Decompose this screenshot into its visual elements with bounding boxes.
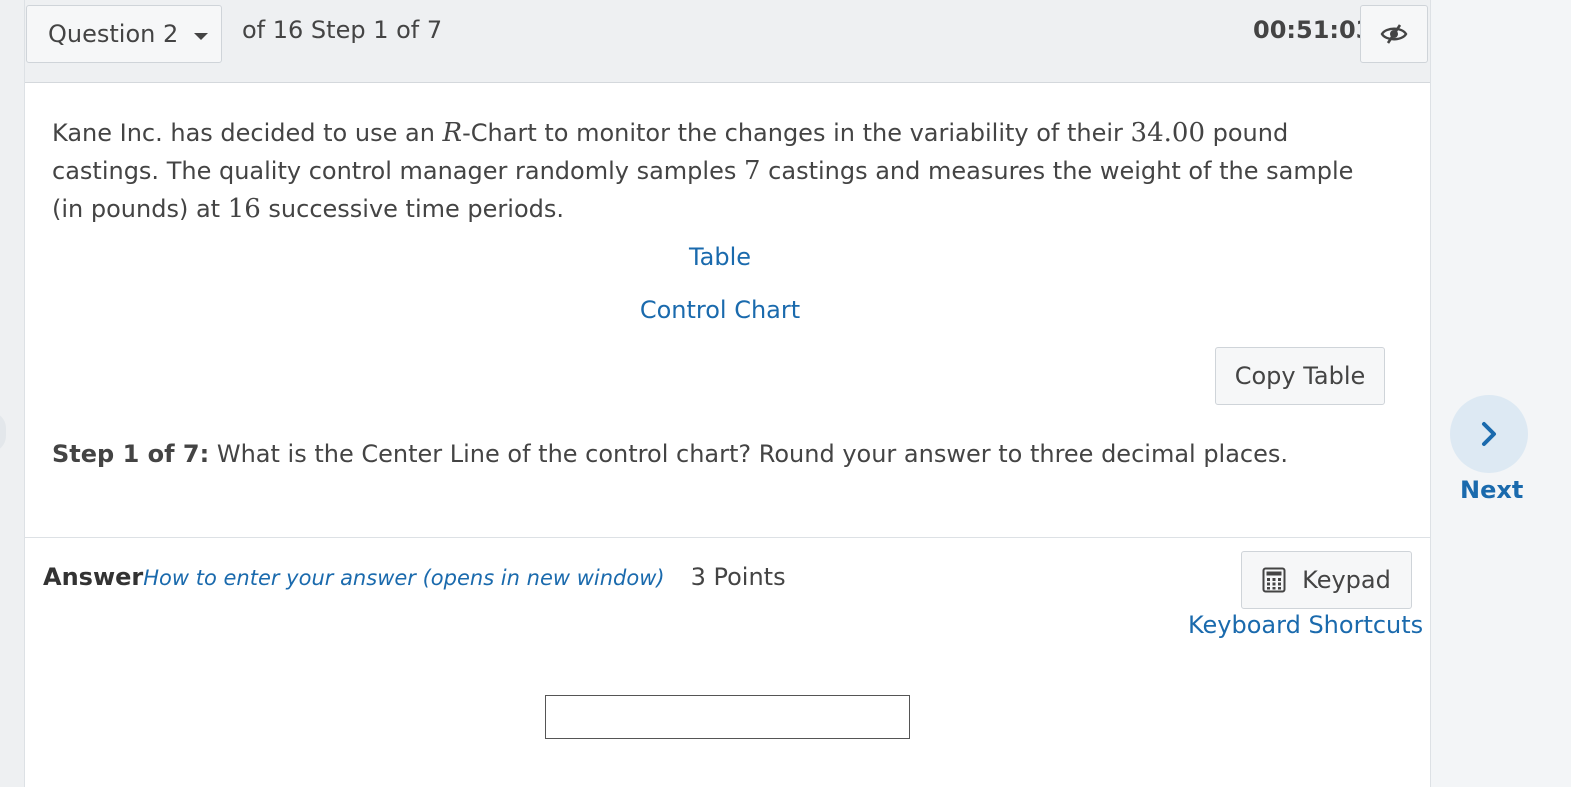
keypad-label: Keypad: [1302, 566, 1391, 594]
keyboard-shortcuts-link[interactable]: Keyboard Shortcuts: [1188, 611, 1423, 639]
step-prompt: Step 1 of 7: What is the Center Line of …: [52, 440, 1288, 468]
left-gutter: [0, 0, 24, 787]
question-panel: Question 2 of 16 Step 1 of 7 00:51:03 Ka…: [24, 0, 1431, 787]
question-select-label: Question 2: [48, 20, 179, 48]
answer-label: Answer: [43, 563, 144, 591]
eye-slash-icon: [1380, 24, 1408, 44]
question-progress: of 16 Step 1 of 7: [242, 16, 443, 44]
control-chart-link[interactable]: Control Chart: [25, 296, 1415, 324]
chart-variable: R: [442, 118, 463, 148]
calculator-icon: [1262, 567, 1286, 593]
copy-table-button[interactable]: Copy Table: [1215, 347, 1385, 405]
sample-size: 7: [743, 156, 761, 186]
next-button[interactable]: [1450, 395, 1528, 473]
timer: 00:51:03: [1253, 16, 1373, 44]
problem-text: successive time periods.: [260, 195, 564, 223]
chevron-right-icon: [1482, 422, 1496, 446]
question-header: Question 2 of 16 Step 1 of 7 00:51:03: [25, 0, 1431, 83]
keypad-button[interactable]: Keypad: [1241, 551, 1412, 609]
step-label: Step 1 of 7:: [52, 440, 210, 468]
casting-weight: 34.00: [1130, 118, 1205, 148]
divider: [25, 537, 1431, 538]
hide-timer-button[interactable]: [1360, 5, 1428, 63]
problem-text: -Chart to monitor the changes in the var…: [462, 119, 1131, 147]
points-value: 3 Points: [690, 563, 786, 591]
next-label[interactable]: Next: [1460, 476, 1523, 504]
problem-statement: Kane Inc. has decided to use an R-Chart …: [52, 114, 1392, 228]
problem-text: Kane Inc. has decided to use an: [52, 119, 443, 147]
caret-down-icon: [194, 32, 209, 40]
time-periods: 16: [227, 194, 261, 224]
table-link[interactable]: Table: [25, 243, 1415, 271]
answer-header: Answer How to enter your answer (opens i…: [43, 563, 786, 591]
answer-input[interactable]: [545, 695, 910, 739]
step-question: What is the Center Line of the control c…: [209, 440, 1289, 468]
question-select[interactable]: Question 2: [26, 5, 222, 63]
right-gutter: [1430, 0, 1571, 787]
how-to-answer-link[interactable]: How to enter your answer (opens in new w…: [143, 566, 664, 590]
